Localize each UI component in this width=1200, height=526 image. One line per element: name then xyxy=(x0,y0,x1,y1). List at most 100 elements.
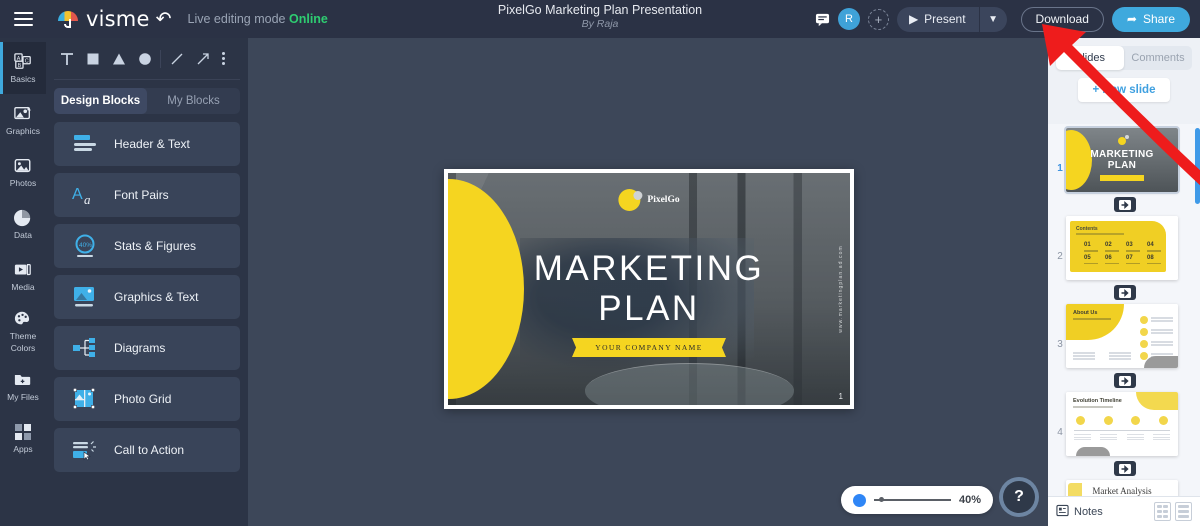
new-slide-button[interactable]: + New slide xyxy=(1078,78,1170,102)
present-button[interactable]: ▶ Present xyxy=(896,6,980,32)
svg-text:B: B xyxy=(18,63,22,69)
chevron-down-icon[interactable]: ▼ xyxy=(979,6,1007,32)
list-item[interactable]: 4 Evolution Timeline xyxy=(1048,388,1200,456)
slide-thumbnail-3[interactable]: About Us xyxy=(1066,304,1178,368)
zoom-tick xyxy=(879,497,884,502)
list-item[interactable]: 1 MARKETING PLAN xyxy=(1048,124,1200,194)
slide-number: 3 xyxy=(1057,339,1063,350)
add-user-icon[interactable]: + xyxy=(867,8,889,30)
zoom-control[interactable]: 40% xyxy=(841,486,993,514)
slide-canvas[interactable]: PixelGo MARKETING PLAN YOUR COMPANY NAME… xyxy=(448,173,850,405)
help-button[interactable]: ? xyxy=(1003,481,1035,513)
slide-editor[interactable]: PixelGo MARKETING PLAN YOUR COMPANY NAME… xyxy=(444,169,854,409)
triangle-tool[interactable] xyxy=(106,46,131,71)
add-slide-icon[interactable] xyxy=(1114,373,1136,388)
apps-grid-icon xyxy=(14,422,32,442)
download-button[interactable]: Download xyxy=(1020,6,1104,32)
block-diagrams[interactable]: Diagrams xyxy=(54,326,240,370)
notes-button[interactable]: Notes xyxy=(1056,504,1103,520)
sidebar-item-basics[interactable]: ACB Basics xyxy=(0,42,46,94)
stats-figures-icon: 40% xyxy=(70,231,102,261)
add-slide-icon[interactable] xyxy=(1114,285,1136,300)
list-item[interactable]: 2 Contents 01 02 03 04 05 06 07 08 xyxy=(1048,212,1200,280)
add-slide-icon[interactable] xyxy=(1114,197,1136,212)
comment-icon[interactable] xyxy=(815,12,830,27)
more-tools-icon[interactable] xyxy=(216,52,230,65)
slide-thumbnail-5[interactable]: Market Analysis xyxy=(1066,480,1178,496)
thumb-subtitle-rule xyxy=(1076,233,1124,235)
text-tool[interactable] xyxy=(54,46,79,71)
sidebar-item-media[interactable]: Media xyxy=(0,250,46,302)
thumb-feature-icon xyxy=(1140,316,1148,324)
thumb-feature-row xyxy=(1140,316,1173,324)
square-tool[interactable] xyxy=(80,46,105,71)
sidebar-item-label: My Files xyxy=(7,392,39,403)
block-label: Stats & Figures xyxy=(114,239,197,253)
photo-grid-icon xyxy=(70,384,102,414)
list-item[interactable]: 3 About Us xyxy=(1048,300,1200,368)
thumb-subtitle-rule xyxy=(1073,406,1113,408)
thumb-number-item: 04 xyxy=(1147,242,1162,252)
logo-text: PixelGo xyxy=(647,195,680,205)
line-tool[interactable] xyxy=(164,46,189,71)
slide-thumbnail-1[interactable]: MARKETING PLAN xyxy=(1064,126,1180,194)
thumb-logo-dot-icon xyxy=(1125,135,1129,139)
present-label: Present xyxy=(924,12,966,26)
sidebar-item-apps[interactable]: Apps xyxy=(0,412,46,464)
sidebar-item-theme-colors[interactable]: Theme Colors xyxy=(0,302,46,360)
hamburger-icon[interactable] xyxy=(0,0,46,38)
list-view-icon[interactable] xyxy=(1175,502,1192,521)
thumb-title: About Us xyxy=(1073,310,1098,316)
folder-icon xyxy=(13,370,33,390)
slide-thumbnail-2[interactable]: Contents 01 02 03 04 05 06 07 08 xyxy=(1066,216,1178,280)
list-item[interactable]: Market Analysis xyxy=(1048,476,1200,496)
add-slide-icon[interactable] xyxy=(1114,461,1136,476)
slide-title[interactable]: MARKETING PLAN xyxy=(448,251,850,326)
visme-logo[interactable]: visme xyxy=(58,7,150,31)
block-graphics-text[interactable]: Graphics & Text xyxy=(54,275,240,319)
undo-icon[interactable]: ↶ xyxy=(156,10,172,29)
canvas-area[interactable]: PixelGo MARKETING PLAN YOUR COMPANY NAME… xyxy=(248,38,1048,526)
thumb-feature-lines xyxy=(1151,329,1173,335)
share-button[interactable]: ➦ Share xyxy=(1111,6,1190,32)
block-label: Diagrams xyxy=(114,341,166,355)
slides-scrollbar[interactable] xyxy=(1195,128,1200,204)
arrow-tool[interactable] xyxy=(190,46,215,71)
block-font-pairs[interactable]: Aa Font Pairs xyxy=(54,173,240,217)
circle-tool[interactable] xyxy=(132,46,157,71)
tab-my-blocks[interactable]: My Blocks xyxy=(147,88,240,114)
tab-comments[interactable]: Comments xyxy=(1124,46,1192,70)
share-arrow-icon: ➦ xyxy=(1126,12,1137,26)
visme-editor-window: visme ↶ Live editing mode Online PixelGo… xyxy=(0,0,1200,526)
block-stats-figures[interactable]: 40% Stats & Figures xyxy=(54,224,240,268)
slide-thumbnail-4[interactable]: Evolution Timeline xyxy=(1066,392,1178,456)
notes-label: Notes xyxy=(1074,505,1103,518)
svg-text:A: A xyxy=(72,186,83,203)
view-toggle xyxy=(1154,502,1192,521)
thumb-footer-cols xyxy=(1073,352,1131,361)
sidebar-item-data[interactable]: Data xyxy=(0,198,46,250)
block-photo-grid[interactable]: Photo Grid xyxy=(54,377,240,421)
slides-panel-footer: Notes xyxy=(1048,496,1200,526)
logo-gray-dot-icon xyxy=(633,190,643,200)
avatar[interactable]: R xyxy=(837,8,860,30)
sidebar-item-photos[interactable]: Photos xyxy=(0,146,46,198)
sidebar-item-graphics[interactable]: Graphics xyxy=(0,94,46,146)
tab-slides[interactable]: Slides xyxy=(1056,46,1124,70)
zoom-slider-track[interactable] xyxy=(874,497,951,502)
block-label: Photo Grid xyxy=(114,392,172,406)
slide-thumbnail-list[interactable]: 1 MARKETING PLAN 2 Contents 01 02 03 04 … xyxy=(1048,124,1200,496)
thumb-feature-list xyxy=(1140,316,1173,360)
slide-ribbon[interactable]: YOUR COMPANY NAME xyxy=(581,338,717,357)
block-header-text[interactable]: Header & Text xyxy=(54,122,240,166)
sidebar-item-my-files[interactable]: My Files xyxy=(0,360,46,412)
thumb-number-item: 08 xyxy=(1147,255,1162,264)
thumb-number-item: 02 xyxy=(1105,242,1120,252)
thumb-feature-row xyxy=(1140,340,1173,348)
block-call-to-action[interactable]: Call to Action xyxy=(54,428,240,472)
grid-view-icon[interactable] xyxy=(1154,502,1171,521)
zoom-slider-handle[interactable] xyxy=(853,493,866,507)
tab-design-blocks[interactable]: Design Blocks xyxy=(54,88,147,114)
thumb-footer-col xyxy=(1109,352,1131,361)
shape-tool-strip xyxy=(46,38,248,77)
